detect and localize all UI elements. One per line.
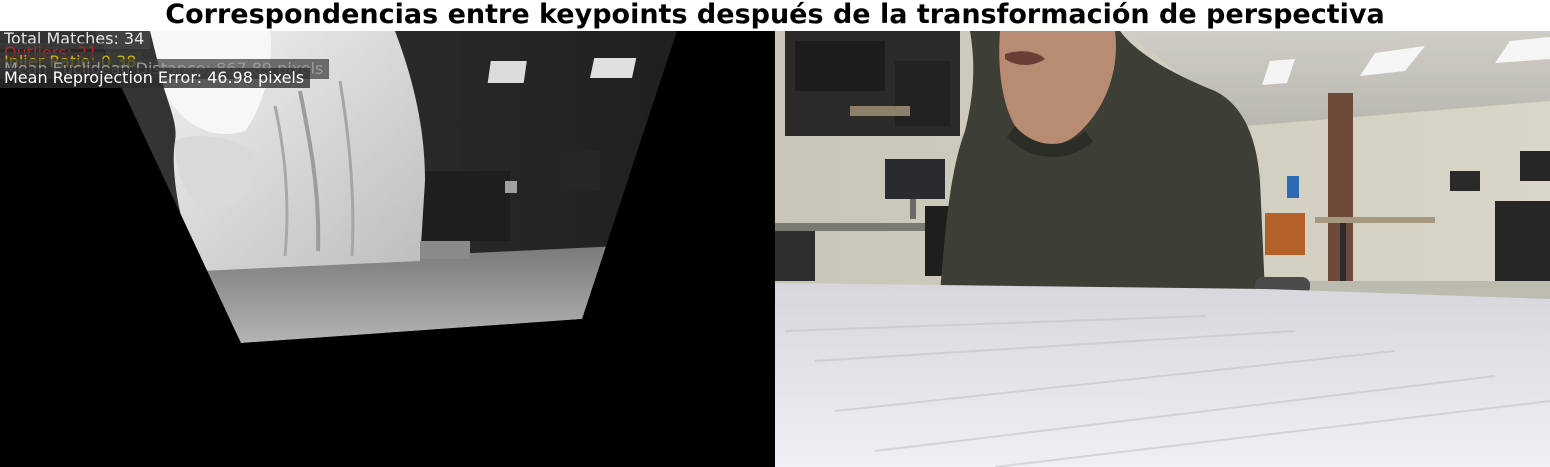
figure: Correspondencias entre keypoints después… [0,0,1550,467]
rgb-camera-image [775,31,1550,467]
mean-reprojection-error-label: Mean Reprojection Error: 46.98 pixels [0,68,311,88]
warped-thermal-panel: Total Matches: 34 Outliers: 21 Inlier Ra… [0,31,775,467]
rgb-camera-panel [775,31,1550,467]
figure-title: Correspondencias entre keypoints después… [165,0,1385,30]
warped-thermal-image [95,31,677,343]
